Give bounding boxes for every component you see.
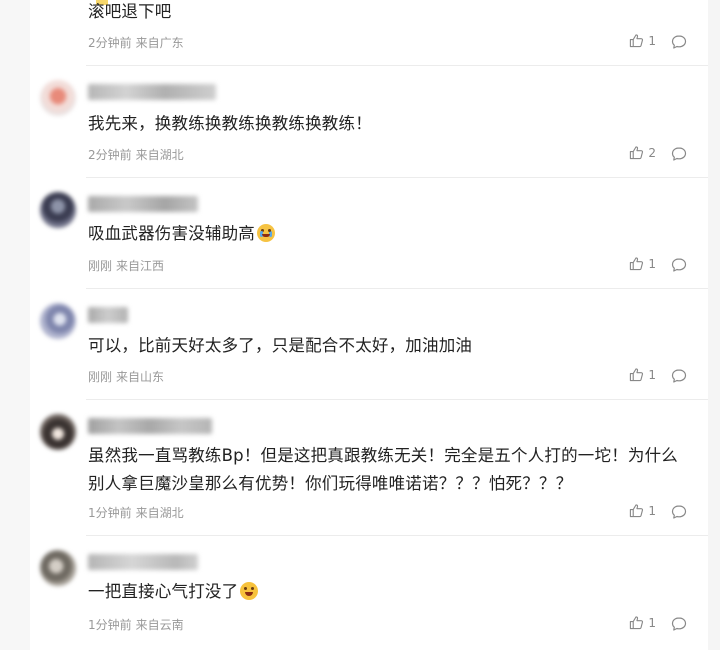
laughing-face-icon bbox=[240, 582, 259, 600]
like-button[interactable]: 1 bbox=[629, 367, 656, 382]
comment-time: 1分钟前 bbox=[88, 506, 132, 520]
comment-location: 来自广东 bbox=[135, 36, 184, 50]
comment-text: 滚吧退下吧 bbox=[88, 2, 172, 21]
comment-text: 我先来，换教练换教练换教练换教练！ bbox=[88, 114, 372, 133]
comment-item: 吸血武器伤害没辅助高 刚刚 来自江西 1 bbox=[30, 178, 708, 289]
avatar[interactable] bbox=[40, 550, 76, 586]
comment-location: 来自云南 bbox=[135, 618, 184, 632]
comment-meta: 刚刚 来自江西 bbox=[88, 257, 164, 274]
thumbs-up-icon bbox=[630, 616, 644, 630]
comment-time: 1分钟前 bbox=[88, 618, 132, 632]
crying-face-icon bbox=[257, 224, 275, 242]
comment-bubble-icon[interactable] bbox=[671, 34, 687, 50]
comment-item: 可以，比前天好太多了，只是配合不太好，加油加油 刚刚 来自山东 1 bbox=[30, 289, 708, 400]
like-count: 1 bbox=[648, 256, 656, 271]
username[interactable] bbox=[88, 307, 128, 323]
comment-location: 来自湖北 bbox=[135, 148, 184, 162]
comment-bubble-icon[interactable] bbox=[671, 504, 687, 520]
thumbs-up-icon bbox=[630, 146, 644, 160]
comment-meta: 1分钟前 来自湖北 bbox=[88, 504, 184, 521]
like-button[interactable]: 1 bbox=[629, 503, 656, 518]
like-button[interactable]: 1 bbox=[629, 33, 656, 48]
like-button[interactable]: 1 bbox=[629, 256, 656, 271]
comment-text: 可以，比前天好太多了，只是配合不太好，加油加油 bbox=[88, 336, 473, 355]
username[interactable] bbox=[88, 418, 212, 434]
comment-time: 刚刚 bbox=[88, 259, 113, 273]
comment-meta: 2分钟前 来自湖北 bbox=[88, 146, 184, 163]
comment-text-row: 一把直接心气打没了 bbox=[88, 578, 693, 606]
like-count: 1 bbox=[648, 33, 656, 48]
comment-time: 刚刚 bbox=[88, 370, 113, 384]
like-count: 1 bbox=[648, 615, 656, 630]
username[interactable] bbox=[88, 554, 198, 570]
comment-meta: 刚刚 来自山东 bbox=[88, 368, 164, 385]
comment-location: 来自湖北 bbox=[135, 506, 184, 520]
comment-item: 我先来，换教练换教练换教练换教练！ 2分钟前 来自湖北 2 bbox=[30, 66, 708, 178]
comment-item: 虽然我一直骂教练Bp！但是这把真跟教练无关！完全是五个人打的一坨！为什么别人拿巨… bbox=[30, 400, 708, 536]
thumbs-up-icon bbox=[630, 368, 644, 382]
comment-time: 2分钟前 bbox=[88, 36, 132, 50]
comment-text: 吸血武器伤害没辅助高 bbox=[88, 224, 255, 243]
thumbs-up-icon bbox=[630, 504, 644, 518]
avatar[interactable] bbox=[40, 80, 76, 116]
like-button[interactable]: 2 bbox=[629, 145, 656, 160]
left-margin bbox=[0, 0, 30, 650]
thumbs-up-icon bbox=[630, 257, 644, 271]
comment-meta: 1分钟前 来自云南 bbox=[88, 616, 184, 633]
right-margin bbox=[708, 0, 720, 650]
thumbs-up-icon bbox=[630, 34, 644, 48]
like-count: 2 bbox=[648, 145, 656, 160]
comment-item: 一把直接心气打没了 1分钟前 来自云南 1 bbox=[30, 536, 708, 650]
comment-meta: 2分钟前 来自广东 bbox=[88, 34, 184, 51]
username[interactable] bbox=[88, 196, 198, 212]
comment-text: 虽然我一直骂教练Bp！但是这把真跟教练无关！完全是五个人打的一坨！为什么别人拿巨… bbox=[88, 446, 678, 493]
comment-bubble-icon[interactable] bbox=[671, 146, 687, 162]
comment-bubble-icon[interactable] bbox=[671, 616, 687, 632]
comment-bubble-icon[interactable] bbox=[671, 257, 687, 273]
avatar[interactable] bbox=[40, 414, 76, 450]
like-count: 1 bbox=[648, 367, 656, 382]
avatar[interactable] bbox=[40, 192, 76, 228]
comment-location: 来自山东 bbox=[116, 370, 165, 384]
comment-item: 滚吧退下吧 2分钟前 来自广东 1 bbox=[30, 0, 708, 66]
comment-text-row: 吸血武器伤害没辅助高 bbox=[88, 220, 693, 248]
avatar[interactable] bbox=[40, 303, 76, 339]
like-button[interactable]: 1 bbox=[629, 615, 656, 630]
comment-time: 2分钟前 bbox=[88, 148, 132, 162]
comment-bubble-icon[interactable] bbox=[671, 368, 687, 384]
like-count: 1 bbox=[648, 503, 656, 518]
comment-text: 一把直接心气打没了 bbox=[88, 582, 239, 601]
username[interactable] bbox=[88, 84, 216, 100]
comment-location: 来自江西 bbox=[116, 259, 165, 273]
